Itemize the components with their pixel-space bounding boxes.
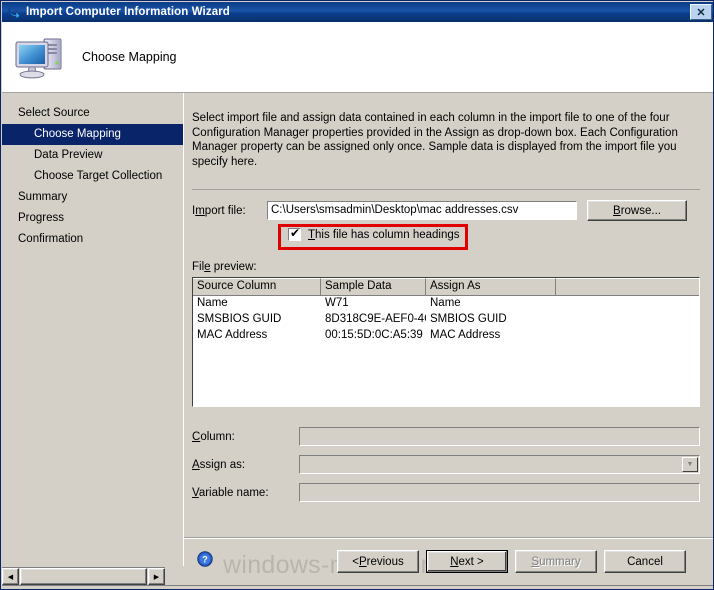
page-title: Choose Mapping: [82, 50, 177, 64]
sidebar-item-choose-mapping[interactable]: Choose Mapping: [2, 124, 183, 145]
cell-source-column: Name: [197, 297, 228, 309]
variable-name-field-label: Variable name:: [192, 487, 269, 499]
cell-assign-as: Name: [430, 297, 461, 309]
cell-blank: [556, 328, 699, 344]
wizard-header: Choose Mapping: [2, 22, 713, 92]
footer-divider: [184, 537, 713, 539]
sidebar-item-choose-target-collection[interactable]: Choose Target Collection: [2, 166, 183, 187]
column-field-label: Column:: [192, 431, 235, 443]
help-question-icon[interactable]: ?: [197, 551, 213, 567]
window-title: Import Computer Information Wizard: [26, 6, 230, 18]
cell-source-column: MAC Address: [197, 329, 268, 341]
computer-icon: [12, 32, 68, 82]
file-preview-label: File preview:: [192, 261, 257, 273]
browse-button[interactable]: Browse...: [587, 200, 687, 221]
footer-button-group: < Previous Next > Summary Cancel: [337, 550, 686, 573]
sidebar-item-confirmation[interactable]: Confirmation: [2, 229, 183, 250]
column-headings-checkbox[interactable]: ✔: [288, 226, 301, 241]
close-icon[interactable]: ✕: [690, 4, 712, 20]
table-row[interactable]: SMSBIOS GUID 8D318C9E-AEF0-4C... SMBIOS …: [193, 312, 699, 328]
wizard-arrow-icon: [6, 4, 22, 20]
cell-sample-data: W71: [325, 297, 349, 309]
import-file-label: Import file:: [192, 205, 246, 217]
cell-sample-data: 8D318C9E-AEF0-4C...: [325, 313, 426, 325]
column-field-input[interactable]: [299, 427, 700, 446]
sidebar-item-data-preview[interactable]: Data Preview: [2, 145, 183, 166]
column-header-blank[interactable]: [556, 278, 699, 296]
instruction-text: Select import file and assign data conta…: [192, 112, 678, 168]
svg-text:?: ?: [202, 555, 208, 565]
sidebar-item-summary[interactable]: Summary: [2, 187, 183, 208]
previous-button[interactable]: < Previous: [337, 550, 419, 573]
column-header-sample-data[interactable]: Sample Data: [321, 278, 426, 296]
chevron-down-icon[interactable]: ▼: [682, 457, 698, 472]
next-button[interactable]: Next >: [426, 550, 508, 573]
wizard-window: Import Computer Information Wizard ✕ Cho…: [0, 0, 714, 590]
variable-name-input[interactable]: [299, 483, 700, 502]
table-row[interactable]: Name W71 Name: [193, 296, 699, 312]
window-bottom-strip: [2, 585, 713, 589]
column-headings-checkbox-row[interactable]: ✔ This file has column headings: [288, 226, 460, 241]
cell-assign-as: MAC Address: [430, 329, 501, 341]
cell-sample-data: 00:15:5D:0C:A5:39: [325, 329, 423, 341]
table-header-row: Source Column Sample Data Assign As: [193, 278, 699, 296]
file-preview-table[interactable]: Source Column Sample Data Assign As Name…: [192, 277, 700, 407]
cancel-button[interactable]: Cancel: [604, 550, 686, 573]
import-file-input[interactable]: C:\Users\smsadmin\Desktop\mac addresses.…: [267, 201, 577, 220]
wizard-main-panel: Select import file and assign data conta…: [184, 93, 713, 566]
checkmark-icon: ✔: [290, 226, 301, 240]
assign-as-dropdown[interactable]: ▼: [299, 455, 700, 474]
column-header-source-column[interactable]: Source Column: [193, 278, 321, 296]
cell-blank: [556, 312, 699, 328]
column-headings-label[interactable]: This file has column headings: [308, 229, 460, 241]
summary-button: Summary: [515, 550, 597, 573]
sidebar-item-select-source[interactable]: Select Source: [2, 103, 183, 124]
column-header-assign-as[interactable]: Assign As: [426, 278, 556, 296]
horizontal-scrollbar[interactable]: ◀ ▶: [2, 567, 165, 585]
scroll-left-icon[interactable]: ◀: [2, 568, 19, 585]
cell-assign-as: SMBIOS GUID: [430, 313, 507, 325]
instruction-divider: [192, 189, 700, 190]
title-bar: Import Computer Information Wizard ✕: [2, 2, 713, 22]
wizard-sidebar: Select Source Choose Mapping Data Previe…: [2, 93, 183, 566]
sidebar-item-progress[interactable]: Progress: [2, 208, 183, 229]
table-row[interactable]: MAC Address 00:15:5D:0C:A5:39 MAC Addres…: [193, 328, 699, 344]
scrollbar-thumb[interactable]: [20, 568, 147, 585]
cell-source-column: SMSBIOS GUID: [197, 313, 282, 325]
cell-blank: [556, 296, 699, 312]
assign-as-field-label: Assign as:: [192, 459, 246, 471]
scroll-right-icon[interactable]: ▶: [148, 568, 165, 585]
